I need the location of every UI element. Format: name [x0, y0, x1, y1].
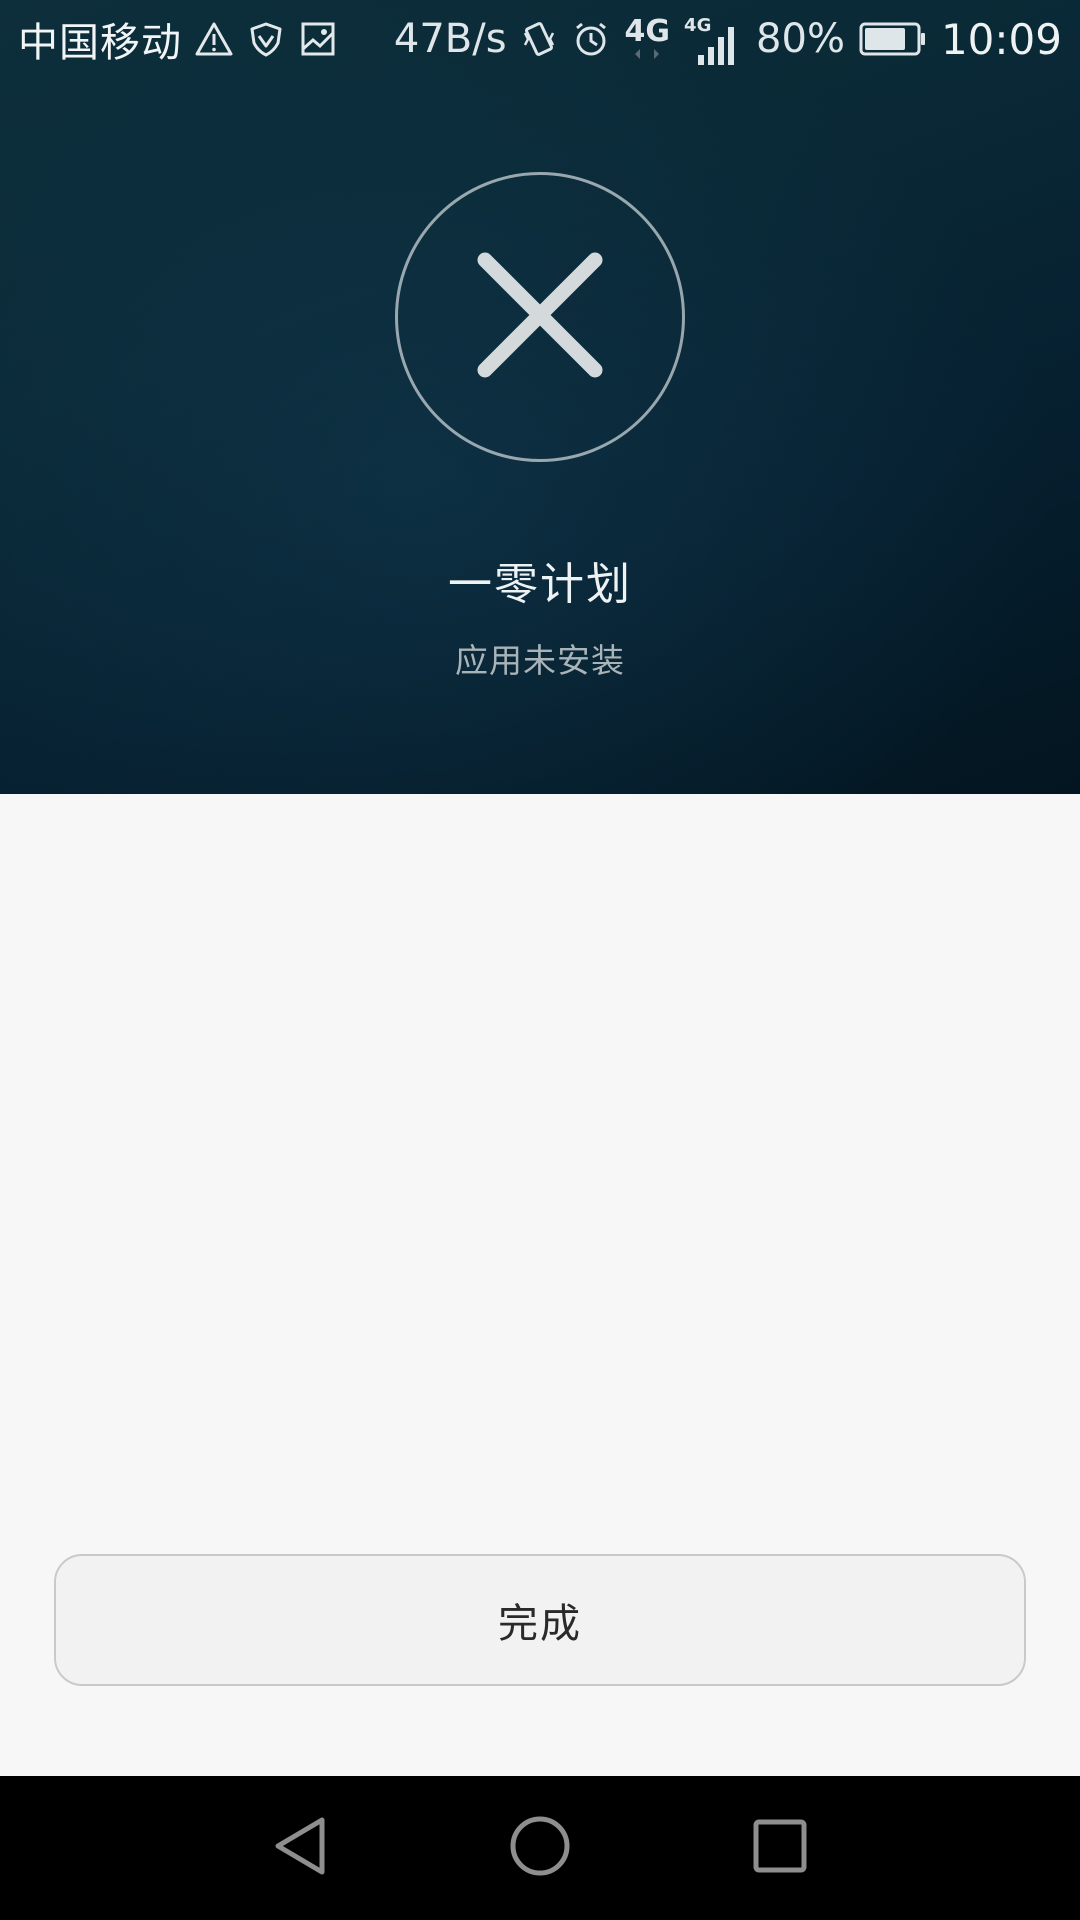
battery-icon [859, 21, 927, 57]
network-type-4g-secondary: 4G [684, 15, 712, 36]
navigation-bar [0, 1776, 1080, 1920]
install-result-header: 中国移动 47B/s 4G 4G 80% 10:09 一零计划 应用未安装 [0, 0, 1080, 794]
home-icon [508, 1814, 572, 1882]
install-failed-indicator [395, 172, 685, 462]
nav-home-button[interactable] [490, 1798, 590, 1898]
screen: 中国移动 47B/s 4G 4G 80% 10:09 一零计划 应用未安装 完成 [0, 0, 1080, 1920]
network-type-4g: 4G [624, 14, 671, 49]
shield-icon [246, 19, 286, 59]
install-status-message: 应用未安装 [455, 641, 625, 680]
battery-percent: 80% [756, 16, 845, 62]
signal-icon: 4G [684, 9, 742, 69]
data-arrows-icon: 4G [624, 14, 671, 61]
done-button[interactable]: 完成 [54, 1554, 1026, 1686]
nav-back-button[interactable] [250, 1798, 350, 1898]
clock: 10:09 [940, 14, 1062, 64]
nav-recents-button[interactable] [730, 1798, 830, 1898]
warning-icon [194, 19, 234, 59]
alarm-icon [571, 19, 611, 59]
status-bar-right: 47B/s 4G 4G 80% 10:09 [394, 0, 1062, 78]
status-bar: 中国移动 47B/s 4G 4G 80% 10:09 [0, 0, 1080, 78]
network-speed: 47B/s [393, 16, 507, 62]
vibrate-icon [521, 19, 557, 59]
image-icon [298, 19, 338, 59]
content-area: 完成 [0, 794, 1080, 1776]
app-name: 一零计划 [448, 559, 632, 610]
back-icon [270, 1814, 330, 1882]
status-bar-left: 中国移动 [18, 0, 338, 78]
carrier-name: 中国移动 [18, 20, 182, 66]
close-icon [475, 250, 605, 384]
recents-icon [751, 1817, 809, 1879]
